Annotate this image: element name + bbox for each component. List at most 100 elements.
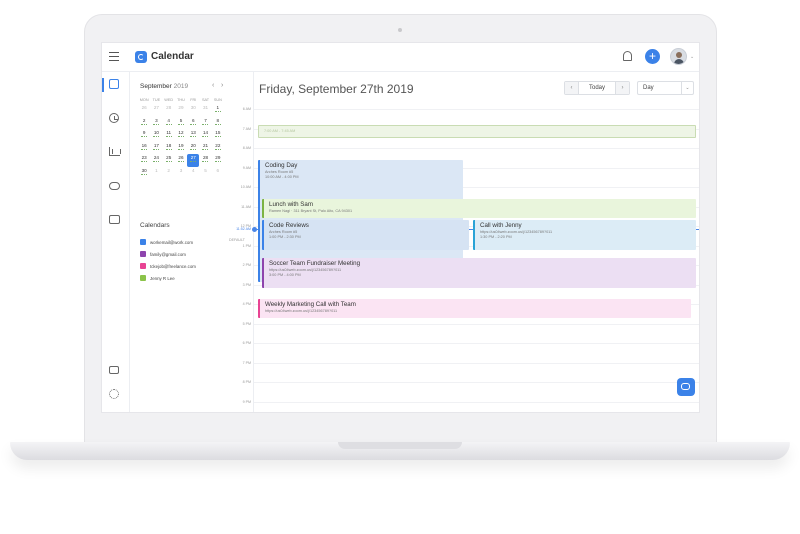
mini-day[interactable]: 23 (138, 154, 150, 167)
mini-day-number: 15 (215, 130, 221, 135)
mini-day[interactable]: 9 (138, 129, 150, 142)
event-dots (153, 123, 160, 125)
mini-day-selected[interactable]: 27 (187, 154, 200, 167)
mini-day[interactable]: 13 (187, 129, 199, 142)
hour-line (254, 323, 699, 325)
event-block[interactable]: Call with Jenny https://us04web.zoom.us/j… (473, 220, 696, 250)
event-time: 1:30 PM - 2:20 PM (480, 235, 512, 239)
mini-day[interactable]: 24 (150, 154, 162, 167)
event-dots (165, 136, 172, 138)
mini-day[interactable]: 18 (163, 142, 175, 155)
mini-day[interactable]: 26 (138, 104, 150, 117)
gear-icon[interactable] (109, 389, 119, 399)
add-event-button[interactable]: + (645, 49, 660, 64)
event-time: 10:00 AM - 4:00 PM (265, 175, 299, 179)
hour-line (254, 343, 699, 344)
hour-label: 9 PM (242, 399, 251, 404)
event-dots (177, 161, 184, 163)
hour-label: 7 AM (242, 126, 251, 131)
mini-month-label: September (140, 83, 172, 90)
mini-day[interactable]: 25 (163, 154, 175, 167)
mini-week-row: 9 10 11 12 13 14 15 (138, 129, 224, 142)
avatar[interactable] (670, 48, 687, 65)
contact-card-icon[interactable] (109, 215, 120, 224)
mini-day[interactable]: 28 (199, 154, 211, 167)
calendar-item[interactable]: Jenny R Lee (140, 274, 175, 282)
day-grid[interactable]: 11:52 AM 6 AM 7 AM 8 AM 9 AM 10 AM 11 AM 12 PM… (236, 105, 699, 412)
mini-day[interactable]: 10 (150, 129, 162, 142)
calendar-item[interactable]: tckejob@freelance.com (140, 262, 196, 270)
mini-day[interactable]: 30 (138, 167, 150, 180)
calendar-item[interactable]: family@gmail.com (140, 250, 186, 258)
next-day-button[interactable]: › (616, 82, 629, 94)
mini-day[interactable]: 1 (150, 167, 162, 180)
view-select[interactable]: Day ⌄ (637, 81, 694, 95)
hour-label: 12 PM (240, 224, 251, 228)
mini-day[interactable]: 19 (175, 142, 187, 155)
mini-day-number: 29 (215, 155, 221, 160)
mini-day[interactable]: 5 (199, 167, 211, 180)
prev-day-button[interactable]: ‹ (565, 82, 578, 94)
mini-day[interactable]: 2 (163, 167, 175, 180)
team-icon[interactable] (109, 182, 120, 190)
event-block[interactable]: Soccer Team Fundraiser Meeting https://us… (262, 258, 696, 288)
weekday-header: MON TUE WED THU FRI SAT SUN (138, 96, 224, 104)
mini-day[interactable]: 12 (175, 129, 187, 142)
event-block[interactable]: Weekly Marketing Call with Team https://u… (258, 299, 691, 318)
mini-day[interactable]: 4 (187, 167, 199, 180)
checkbox-icon[interactable] (140, 275, 146, 281)
event-block[interactable]: 7:00 AM - 7:45 AM (258, 125, 696, 138)
hour-label: 1 PM (242, 243, 251, 248)
mini-day[interactable]: 26 (175, 154, 187, 167)
mini-next-button[interactable]: › (221, 82, 223, 89)
mini-week-row: 2 3 4 5 6 7 8 (138, 117, 224, 130)
mini-day[interactable]: 28 (163, 104, 175, 117)
mini-day[interactable]: 31 (199, 104, 211, 117)
mini-day-number: 29 (178, 105, 184, 110)
event-block[interactable]: Code Reviews Arches Room #5 1:00 PM - 2:30… (262, 220, 469, 250)
clock-icon[interactable] (109, 113, 119, 123)
mini-day[interactable]: 21 (199, 142, 211, 155)
menu-icon[interactable] (109, 52, 119, 61)
checkbox-icon[interactable] (140, 263, 146, 269)
mini-day[interactable]: 11 (163, 129, 175, 142)
checkbox-icon[interactable] (140, 251, 146, 257)
calendar-item-label: tckejob@freelance.com (150, 263, 196, 269)
mini-day[interactable]: 6 (187, 117, 199, 130)
mini-prev-button[interactable]: ‹ (212, 82, 214, 89)
mini-day[interactable]: 5 (175, 117, 187, 130)
mini-day[interactable]: 4 (163, 117, 175, 130)
mini-day[interactable]: 3 (175, 167, 187, 180)
checkbox-icon[interactable] (140, 239, 146, 245)
current-time-dot (252, 227, 257, 232)
mini-day[interactable]: 3 (150, 117, 162, 130)
mini-day[interactable]: 7 (199, 117, 211, 130)
mini-day[interactable]: 14 (199, 129, 211, 142)
weekday-label: SAT (201, 98, 210, 102)
mini-day[interactable]: 29 (175, 104, 187, 117)
event-dots (153, 161, 160, 163)
mini-day[interactable]: 20 (187, 142, 199, 155)
chevron-down-icon[interactable]: ⌄ (690, 54, 694, 60)
mini-day[interactable]: 27 (150, 104, 162, 117)
today-button[interactable]: Today (578, 82, 616, 94)
chat-icon[interactable] (109, 366, 119, 374)
event-block[interactable]: Lunch with Sam Ramen Nagi · 311 Bryant St… (262, 199, 696, 218)
mini-day[interactable]: 2 (138, 117, 150, 130)
bell-icon[interactable] (623, 51, 632, 61)
event-dots (165, 161, 172, 163)
chart-icon[interactable] (109, 147, 121, 156)
weekday-label: MON (139, 98, 149, 102)
mini-day-number: 3 (155, 117, 158, 123)
mini-day[interactable]: 17 (150, 142, 162, 155)
mini-day[interactable]: 15 (212, 129, 224, 142)
mini-day[interactable]: 30 (187, 104, 199, 117)
event-title: Soccer Team Fundraiser Meeting (269, 260, 361, 267)
calendar-icon[interactable] (109, 79, 119, 89)
mini-day[interactable]: 16 (138, 142, 150, 155)
chat-button[interactable] (677, 378, 695, 396)
mini-day-number: 30 (190, 105, 196, 110)
calendar-item[interactable]: workemail@work.com (140, 238, 193, 246)
event-dots (202, 136, 209, 138)
mini-day-number: 9 (142, 130, 146, 135)
